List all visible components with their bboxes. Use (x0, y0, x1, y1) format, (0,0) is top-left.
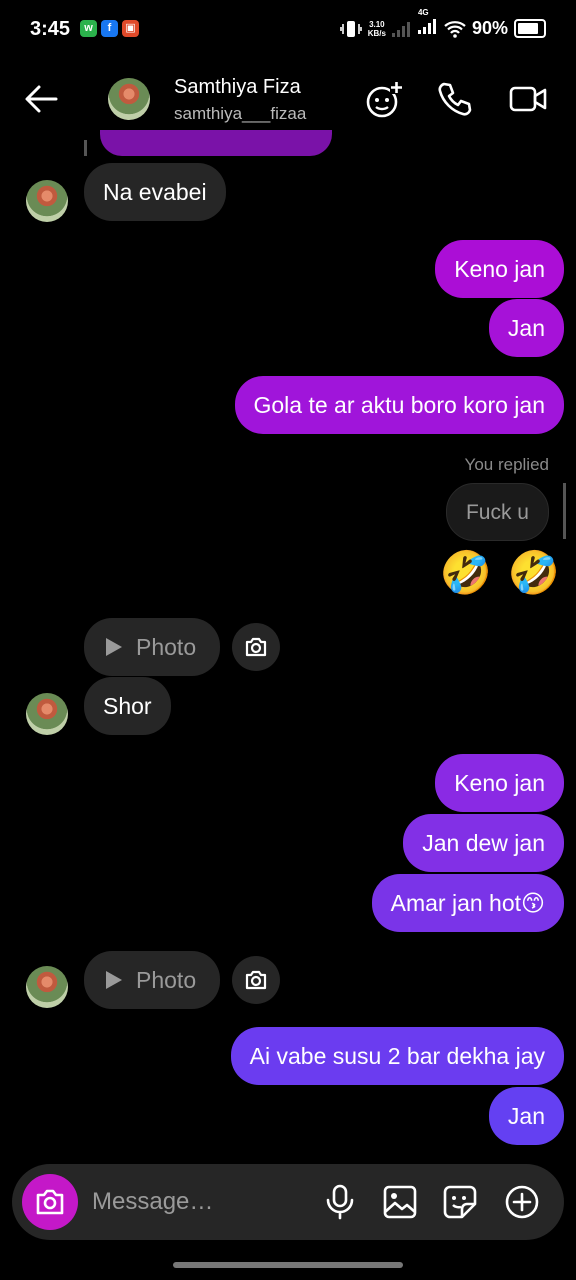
signal-weak-icon (391, 21, 410, 37)
camera-icon (245, 637, 267, 657)
message-outgoing[interactable]: Keno jan (435, 754, 564, 812)
signal-strong-icon (417, 19, 436, 34)
photo-label: Photo (136, 634, 197, 660)
app-notification-icon: ▣ (122, 20, 139, 37)
emoji-message[interactable]: 🤣 🤣 (440, 545, 562, 601)
effects-plus-icon[interactable] (364, 80, 404, 120)
camera-icon (245, 970, 267, 990)
contact-avatar[interactable] (108, 78, 150, 120)
message-outgoing[interactable]: Ai vabe susu 2 bar dekha jay (230, 1027, 564, 1085)
battery-percent: 90% (471, 18, 508, 38)
message-outgoing[interactable]: Keno jan (435, 240, 564, 298)
message-composer: Message… (12, 1164, 564, 1240)
reply-label: You replied (464, 455, 549, 474)
photo-message[interactable]: Photo (84, 951, 220, 1009)
contact-username[interactable]: samthiya___fizaa (174, 104, 306, 124)
net-speed: 3.10 KB/s (367, 19, 386, 38)
play-icon (106, 971, 122, 989)
message-outgoing[interactable]: Jan dew jan (403, 814, 564, 872)
previous-message-sliver (100, 130, 332, 156)
view-photo-button[interactable] (232, 623, 280, 671)
sender-avatar[interactable] (26, 180, 68, 222)
plus-icon[interactable] (504, 1184, 540, 1220)
status-time: 3:45 (30, 18, 71, 40)
view-photo-button[interactable] (232, 956, 280, 1004)
video-call-icon[interactable] (508, 80, 548, 118)
microphone-icon[interactable] (324, 1184, 356, 1220)
message-outgoing[interactable]: Jan (488, 1087, 564, 1145)
status-right: 3.10 KB/s 4G 90% (339, 8, 546, 39)
status-bar: 3:45 w f ▣ 3.10 KB/s 4G 90% (0, 0, 576, 60)
wechat-icon: w (80, 20, 97, 37)
photo-message[interactable]: Photo (84, 618, 220, 676)
signal-4g: 4G (417, 8, 438, 39)
sender-avatar[interactable] (26, 693, 68, 735)
gallery-icon[interactable] (382, 1184, 418, 1220)
sticker-icon[interactable] (442, 1184, 478, 1220)
phone-icon[interactable] (436, 80, 474, 118)
home-indicator[interactable] (173, 1262, 403, 1268)
photo-label: Photo (136, 967, 197, 993)
back-arrow-icon[interactable] (22, 80, 60, 118)
battery-icon (514, 19, 546, 38)
facebook-icon: f (101, 20, 118, 37)
camera-button[interactable] (22, 1174, 78, 1230)
message-incoming[interactable]: Na evabei (84, 163, 226, 221)
wifi-icon (444, 20, 466, 38)
message-outgoing[interactable]: Gola te ar aktu boro koro jan (234, 376, 564, 434)
network-label: 4G (417, 8, 429, 17)
camera-icon (36, 1189, 64, 1215)
vibrate-icon (339, 20, 362, 37)
reply-line (84, 140, 87, 156)
sender-avatar[interactable] (26, 966, 68, 1008)
notification-icons: w f ▣ (80, 20, 139, 37)
message-incoming[interactable]: Shor (84, 677, 171, 735)
reply-indicator-line (563, 483, 566, 539)
chat-header: Samthiya Fiza samthiya___fizaa (0, 62, 576, 140)
replied-message[interactable]: Fuck u (445, 483, 549, 541)
contact-name[interactable]: Samthiya Fiza (174, 76, 301, 99)
message-outgoing[interactable]: Jan (488, 299, 564, 357)
message-outgoing[interactable]: Amar jan hot😙 (371, 874, 564, 932)
message-input[interactable]: Message… (92, 1188, 213, 1216)
play-icon (106, 638, 122, 656)
